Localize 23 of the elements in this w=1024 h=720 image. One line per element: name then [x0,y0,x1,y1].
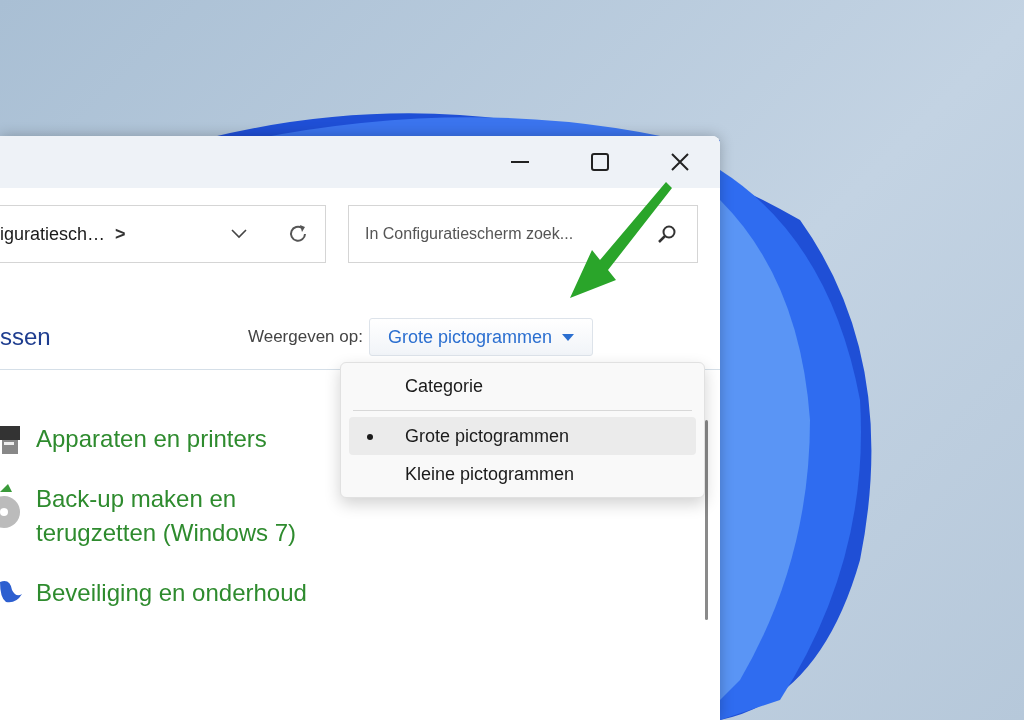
menu-item[interactable]: Kleine pictogrammen [349,455,696,493]
minimize-icon [511,161,529,163]
address-bar[interactable]: iguratiesch… > [0,205,326,263]
chevron-down-icon[interactable] [231,229,247,239]
control-panel-link[interactable]: Apparaten en printers [36,422,336,456]
control-panel-link[interactable]: Back-up maken en terugzetten (Windows 7) [36,482,336,550]
maximize-icon [591,153,609,171]
scrollbar[interactable] [705,420,708,620]
search-box[interactable]: In Configuratiescherm zoek... [348,205,698,263]
control-panel-link[interactable]: Beveiliging en onderhoud [36,576,336,610]
bullet-icon [367,434,373,440]
path-separator: > [115,223,127,245]
search-input[interactable]: In Configuratiescherm zoek... [363,224,657,244]
refresh-icon[interactable] [287,223,309,245]
close-icon [670,152,690,172]
view-by-dropdown[interactable]: Grote pictogrammen [368,318,593,356]
view-by-label: Weergeven op: [247,327,363,347]
page-heading: ssen [0,323,52,351]
address-path: iguratiesch… [0,223,106,245]
search-icon [657,224,677,244]
menu-item[interactable]: Grote pictogrammen [349,417,696,455]
menu-item[interactable]: Categorie [349,367,696,405]
caret-icon [562,333,574,341]
